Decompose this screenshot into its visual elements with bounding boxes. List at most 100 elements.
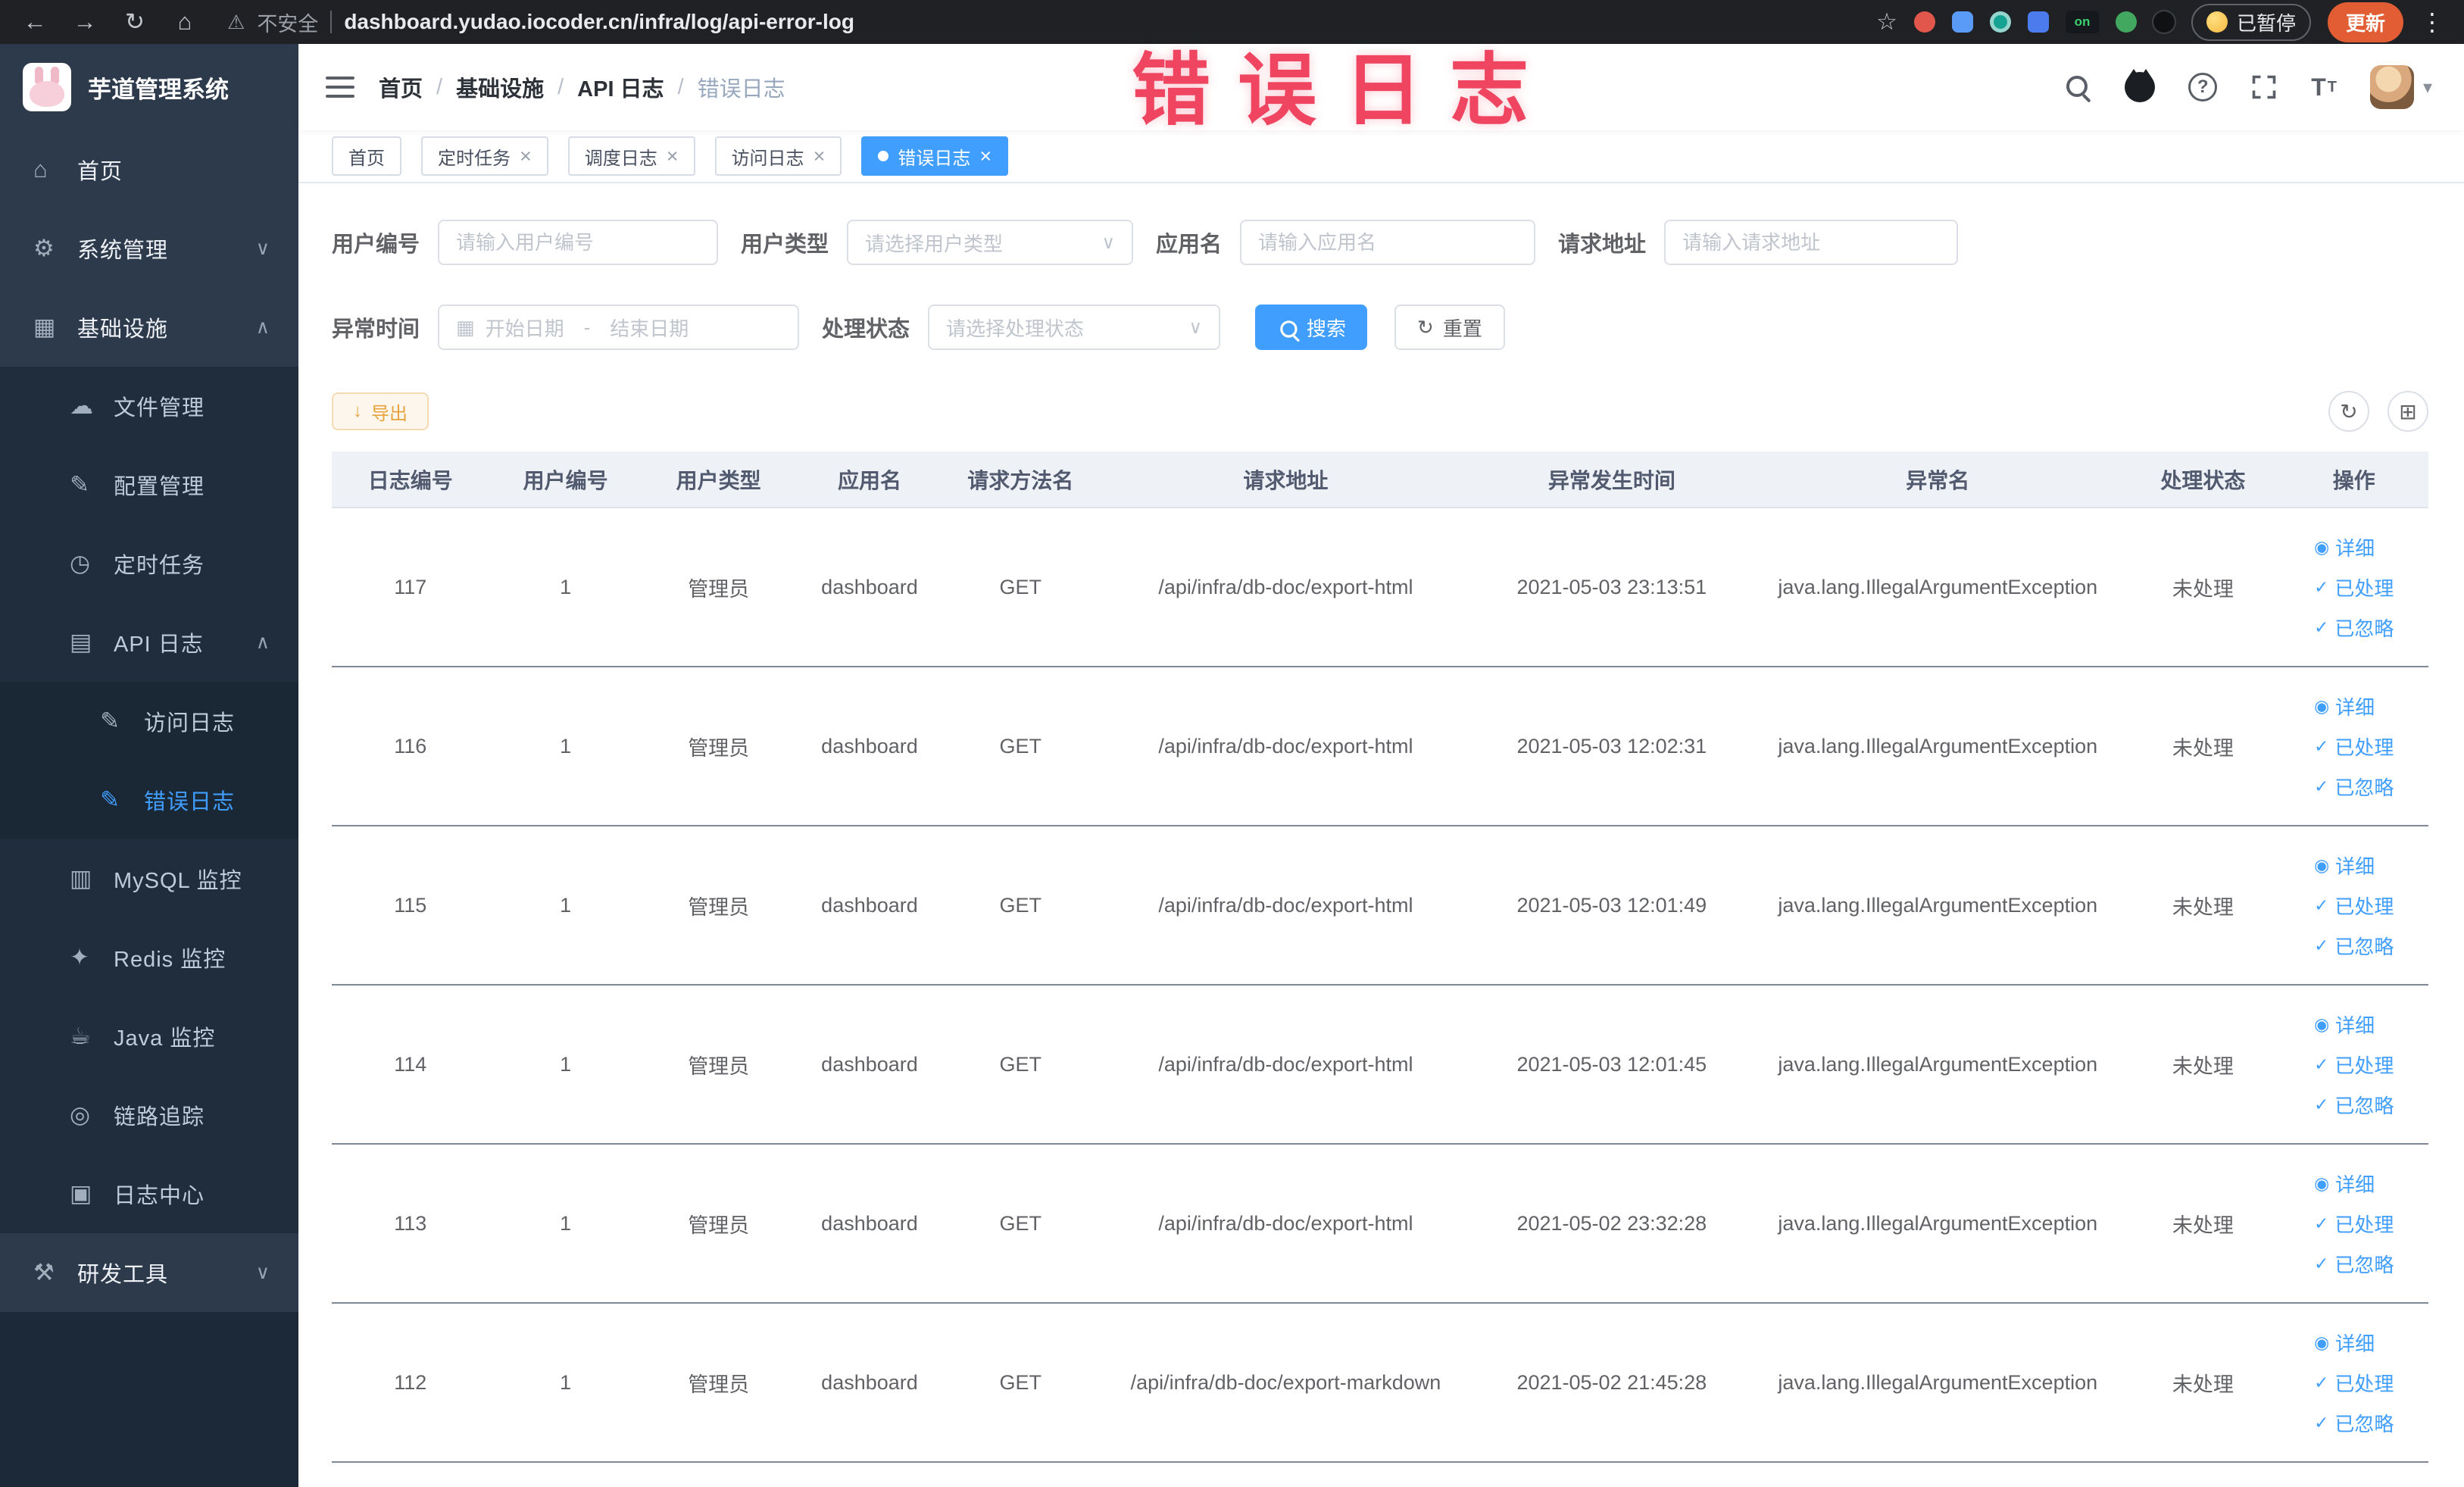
sidebar-toggle-button[interactable] <box>326 77 354 98</box>
sidebar-item-system-management[interactable]: ⚙ 系统管理 ∨ <box>0 209 298 288</box>
tab-error-log[interactable]: 错误日志 × <box>861 136 1009 176</box>
ignored-link[interactable]: ✓ 已忽略 <box>2314 1091 2394 1119</box>
ignored-link[interactable]: ✓ 已忽略 <box>2314 614 2394 642</box>
browser-chrome: ← → ↻ ⌂ ⚠ 不安全 dashboard.yudao.iocoder.cn… <box>0 0 2464 44</box>
ignored-link[interactable]: ✓ 已忽略 <box>2314 773 2394 801</box>
github-icon[interactable] <box>2125 69 2156 102</box>
font-size-icon[interactable]: TT <box>2311 73 2337 102</box>
export-button[interactable]: ↓ 导出 <box>332 392 429 430</box>
breadcrumb: 首页 / 基础设施 / API 日志 / 错误日志 <box>379 71 785 103</box>
processed-link[interactable]: ✓ 已处理 <box>2314 733 2394 761</box>
check-icon: ✓ <box>2314 1412 2329 1432</box>
user-type-select[interactable]: 请选择用户类型 ∨ <box>847 220 1134 265</box>
fullscreen-icon[interactable] <box>2250 73 2278 101</box>
tab-close-icon[interactable]: × <box>979 145 992 167</box>
cell-exception-time: 2021-05-03 12:01:49 <box>1474 826 1750 986</box>
detail-link[interactable]: ◉ 详细 <box>2314 533 2375 561</box>
cell-exception-time: 2021-05-02 21:45:28 <box>1474 1303 1750 1463</box>
sidebar-item-label: 系统管理 <box>77 239 169 263</box>
cell-actions: ◉ 详细 ✓ 已处理 ✓ 已忽略 <box>2279 985 2428 1145</box>
profile-emoji-icon <box>2206 11 2228 33</box>
ignored-link[interactable]: ✓ 已忽略 <box>2314 1409 2394 1437</box>
sidebar-item-config-management[interactable]: ✎ 配置管理 <box>0 445 298 524</box>
process-status-select[interactable]: 请选择处理状态 ∨ <box>928 305 1221 350</box>
detail-link[interactable]: ◉ 详细 <box>2314 851 2375 879</box>
processed-link[interactable]: ✓ 已处理 <box>2314 1210 2394 1238</box>
browser-extension-icon[interactable] <box>1951 11 1973 33</box>
header-tools: ? TT ▾ <box>2064 65 2432 109</box>
app-name-input[interactable] <box>1240 220 1536 265</box>
search-icon[interactable] <box>2064 73 2091 101</box>
reset-button[interactable]: ↻ 重置 <box>1394 305 1505 350</box>
view-icon: ◉ <box>2314 695 2330 716</box>
chevron-up-icon: ∧ <box>255 632 270 653</box>
tab-close-icon[interactable]: × <box>667 145 679 167</box>
browser-extension-icon[interactable] <box>1989 11 2011 33</box>
browser-extension-icon[interactable] <box>1913 11 1935 33</box>
search-button[interactable]: 搜索 <box>1255 305 1368 350</box>
back-icon[interactable]: ← <box>20 8 50 36</box>
sidebar-item-scheduled-tasks[interactable]: ◷ 定时任务 <box>0 524 298 603</box>
browser-update-button[interactable]: 更新 <box>2327 2 2403 42</box>
column-settings-button[interactable]: ⊞ <box>2387 391 2428 432</box>
detail-link[interactable]: ◉ 详细 <box>2314 1011 2375 1039</box>
profile-paused-chip[interactable]: 已暂停 <box>2191 3 2311 41</box>
refresh-button[interactable]: ↻ <box>2328 391 2369 432</box>
browser-extension-icon[interactable] <box>2027 11 2049 33</box>
sidebar-item-infrastructure[interactable]: ▦ 基础设施 ∧ <box>0 288 298 367</box>
detail-link[interactable]: ◉ 详细 <box>2314 1329 2375 1357</box>
cell-process-status: 未处理 <box>2126 1144 2280 1304</box>
screen: ← → ↻ ⌂ ⚠ 不安全 dashboard.yudao.iocoder.cn… <box>0 0 2464 1487</box>
bookmark-star-icon[interactable]: ☆ <box>1876 8 1897 36</box>
request-url-input[interactable] <box>1664 220 1959 265</box>
sidebar-item-mysql-monitor[interactable]: ▥ MySQL 监控 <box>0 839 298 918</box>
check-icon: ✓ <box>2314 895 2329 915</box>
browser-home-icon[interactable]: ⌂ <box>170 8 200 36</box>
tab-label: 错误日志 <box>898 148 971 169</box>
filter-app-name: 应用名 <box>1156 220 1536 265</box>
processed-link[interactable]: ✓ 已处理 <box>2314 892 2394 920</box>
table-row: 112 1 管理员 dashboard GET /api/infra/db-do… <box>332 1303 2428 1463</box>
sidebar-item-java-monitor[interactable]: ☕ Java 监控 <box>0 997 298 1076</box>
tab-close-icon[interactable]: × <box>814 145 826 167</box>
cell-method: GET <box>944 508 1098 667</box>
processed-link[interactable]: ✓ 已处理 <box>2314 1051 2394 1079</box>
tab-dispatch-log[interactable]: 调度日志 × <box>567 136 695 176</box>
browser-extension-icon[interactable] <box>2153 11 2175 33</box>
user-id-input[interactable] <box>438 220 719 265</box>
sidebar-item-file-management[interactable]: ☁ 文件管理 <box>0 367 298 445</box>
processed-link[interactable]: ✓ 已处理 <box>2314 573 2394 601</box>
sidebar-item-error-log[interactable]: ✎ 错误日志 <box>0 761 298 839</box>
reload-icon[interactable]: ↻ <box>120 8 150 36</box>
tab-close-icon[interactable]: × <box>520 145 532 167</box>
cell-actions: ◉ 详细 ✓ 已处理 ✓ 已忽略 <box>2279 667 2428 826</box>
sidebar-item-link-tracing[interactable]: ◎ 链路追踪 <box>0 1076 298 1154</box>
sidebar-item-access-log[interactable]: ✎ 访问日志 <box>0 682 298 761</box>
tab-scheduled-tasks[interactable]: 定时任务 × <box>421 136 548 176</box>
browser-extension-icon[interactable]: on <box>2065 11 2099 33</box>
sidebar-item-redis-monitor[interactable]: ✦ Redis 监控 <box>0 918 298 997</box>
detail-link[interactable]: ◉ 详细 <box>2314 692 2375 720</box>
help-icon[interactable]: ? <box>2188 73 2218 102</box>
browser-extension-icon[interactable] <box>2115 11 2137 33</box>
browser-menu-icon[interactable]: ⋮ <box>2420 8 2444 36</box>
breadcrumb-home[interactable]: 首页 <box>379 71 423 103</box>
ignored-link[interactable]: ✓ 已忽略 <box>2314 1250 2394 1278</box>
user-avatar[interactable]: ▾ <box>2369 65 2432 109</box>
address-bar[interactable]: ⚠ 不安全 dashboard.yudao.iocoder.cn/infra/l… <box>227 8 1857 37</box>
forward-icon[interactable]: → <box>70 8 100 36</box>
breadcrumb-api-log[interactable]: API 日志 <box>577 71 664 103</box>
processed-link[interactable]: ✓ 已处理 <box>2314 1369 2394 1397</box>
sidebar-item-home[interactable]: ⌂ 首页 <box>0 130 298 209</box>
sidebar-item-log-center[interactable]: ▣ 日志中心 <box>0 1154 298 1233</box>
sidebar-item-api-log[interactable]: ▤ API 日志 ∧ <box>0 603 298 682</box>
table-row: 116 1 管理员 dashboard GET /api/infra/db-do… <box>332 667 2428 826</box>
ignored-link[interactable]: ✓ 已忽略 <box>2314 932 2394 960</box>
sidebar-item-dev-tools[interactable]: ⚒ 研发工具 ∨ <box>0 1233 298 1312</box>
detail-link[interactable]: ◉ 详细 <box>2314 1170 2375 1198</box>
exception-time-range-picker[interactable]: ▦ 开始日期 - 结束日期 <box>438 305 800 350</box>
tab-home[interactable]: 首页 <box>332 136 401 176</box>
tab-access-log[interactable]: 访问日志 × <box>714 136 842 176</box>
check-icon: ✓ <box>2314 1094 2329 1114</box>
breadcrumb-infrastructure[interactable]: 基础设施 <box>456 71 544 103</box>
